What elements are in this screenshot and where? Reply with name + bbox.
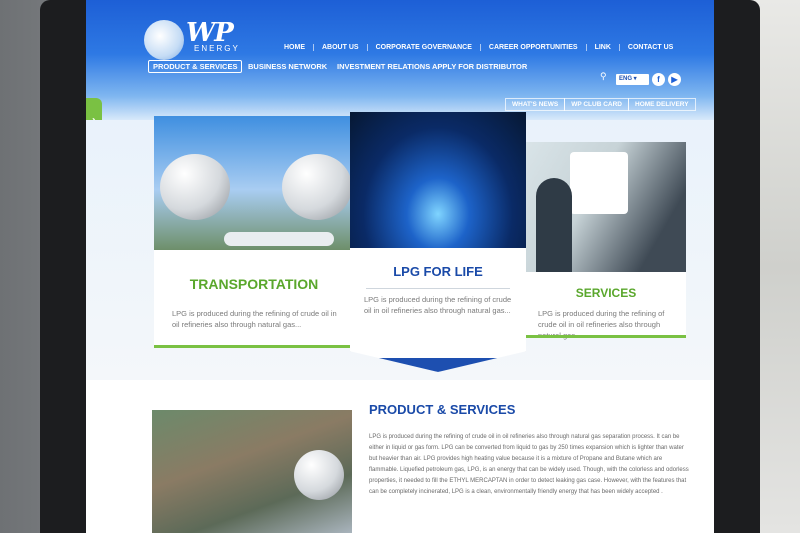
sub-nav: WHAT'S NEWS WP CLUB CARD HOME DELIVERY — [505, 98, 696, 111]
card-services-image — [526, 142, 686, 272]
nav-corporate-governance[interactable]: CORPORATE GOVERNANCE — [366, 44, 480, 51]
nav-home-delivery[interactable]: HOME DELIVERY — [628, 98, 696, 111]
nav-apply-distributor[interactable]: APPLY FOR DISTRIBUTOR — [432, 62, 527, 71]
card-transportation-text: LPG is produced during the refining of c… — [172, 309, 337, 329]
card-transportation-image — [154, 116, 354, 250]
language-label: ENG — [619, 76, 633, 82]
site-header: WP ENERGY HOME ABOUT US CORPORATE GOVERN… — [86, 0, 714, 120]
nav-about-us[interactable]: ABOUT US — [313, 44, 367, 51]
nav-whats-news[interactable]: WHAT'S NEWS — [505, 98, 566, 111]
language-select[interactable]: ENG ▾ — [616, 74, 649, 85]
product-services-section: PRODUCT & SERVICES LPG is produced durin… — [86, 380, 714, 533]
refinery-image — [152, 410, 352, 533]
card-services[interactable]: SERVICES LPG is produced during the refi… — [526, 142, 686, 340]
section-text: LPG is produced during the refining of c… — [369, 434, 689, 495]
facebook-icon[interactable]: f — [652, 73, 665, 86]
globe-logo-icon[interactable] — [144, 20, 184, 60]
nav-wp-club-card[interactable]: WP CLUB CARD — [564, 98, 629, 111]
gas-tank-image — [160, 154, 230, 220]
operator-image — [536, 178, 572, 272]
card-services-title: SERVICES — [575, 286, 637, 300]
card-lpg-title: LPG FOR LIFE — [393, 264, 483, 279]
nav-business-network[interactable]: BUSINESS NETWORK — [248, 62, 327, 71]
nav-contact[interactable]: CONTACT US — [618, 44, 681, 51]
gas-sphere-image — [294, 450, 344, 500]
tanker-truck-image — [224, 232, 334, 246]
card-transportation-title: TRANSPORTATION — [189, 276, 319, 292]
website-screen: WP ENERGY HOME ABOUT US CORPORATE GOVERN… — [86, 0, 714, 533]
main-nav: PRODUCT & SERVICES BUSINESS NETWORK INVE… — [144, 60, 604, 76]
nav-home[interactable]: HOME — [276, 44, 313, 51]
logo-subtitle: ENERGY — [194, 44, 240, 53]
section-title: PRODUCT & SERVICES — [369, 402, 516, 417]
gas-tank-image — [282, 154, 352, 220]
nav-career[interactable]: CAREER OPPORTUNITIES — [479, 44, 586, 51]
nav-product-services[interactable]: PRODUCT & SERVICES — [148, 60, 243, 73]
card-lpg-for-life[interactable]: LPG FOR LIFE LPG is produced during the … — [350, 112, 526, 372]
divider — [366, 288, 510, 289]
youtube-icon[interactable]: ▶ — [668, 73, 681, 86]
company-sign-image — [570, 152, 628, 214]
card-accent-bar — [526, 335, 686, 338]
nav-link[interactable]: LINK — [585, 44, 619, 51]
card-transportation[interactable]: TRANSPORTATION LPG is produced during th… — [154, 116, 354, 348]
card-lpg-text: LPG is produced during the refining of c… — [364, 295, 512, 315]
card-accent-bar — [154, 345, 354, 348]
gas-flame-image — [350, 112, 526, 248]
top-nav: HOME ABOUT US CORPORATE GOVERNANCE CAREE… — [276, 44, 681, 51]
nav-investment-relations[interactable]: INVESTMENT RELATIONS — [337, 62, 430, 71]
